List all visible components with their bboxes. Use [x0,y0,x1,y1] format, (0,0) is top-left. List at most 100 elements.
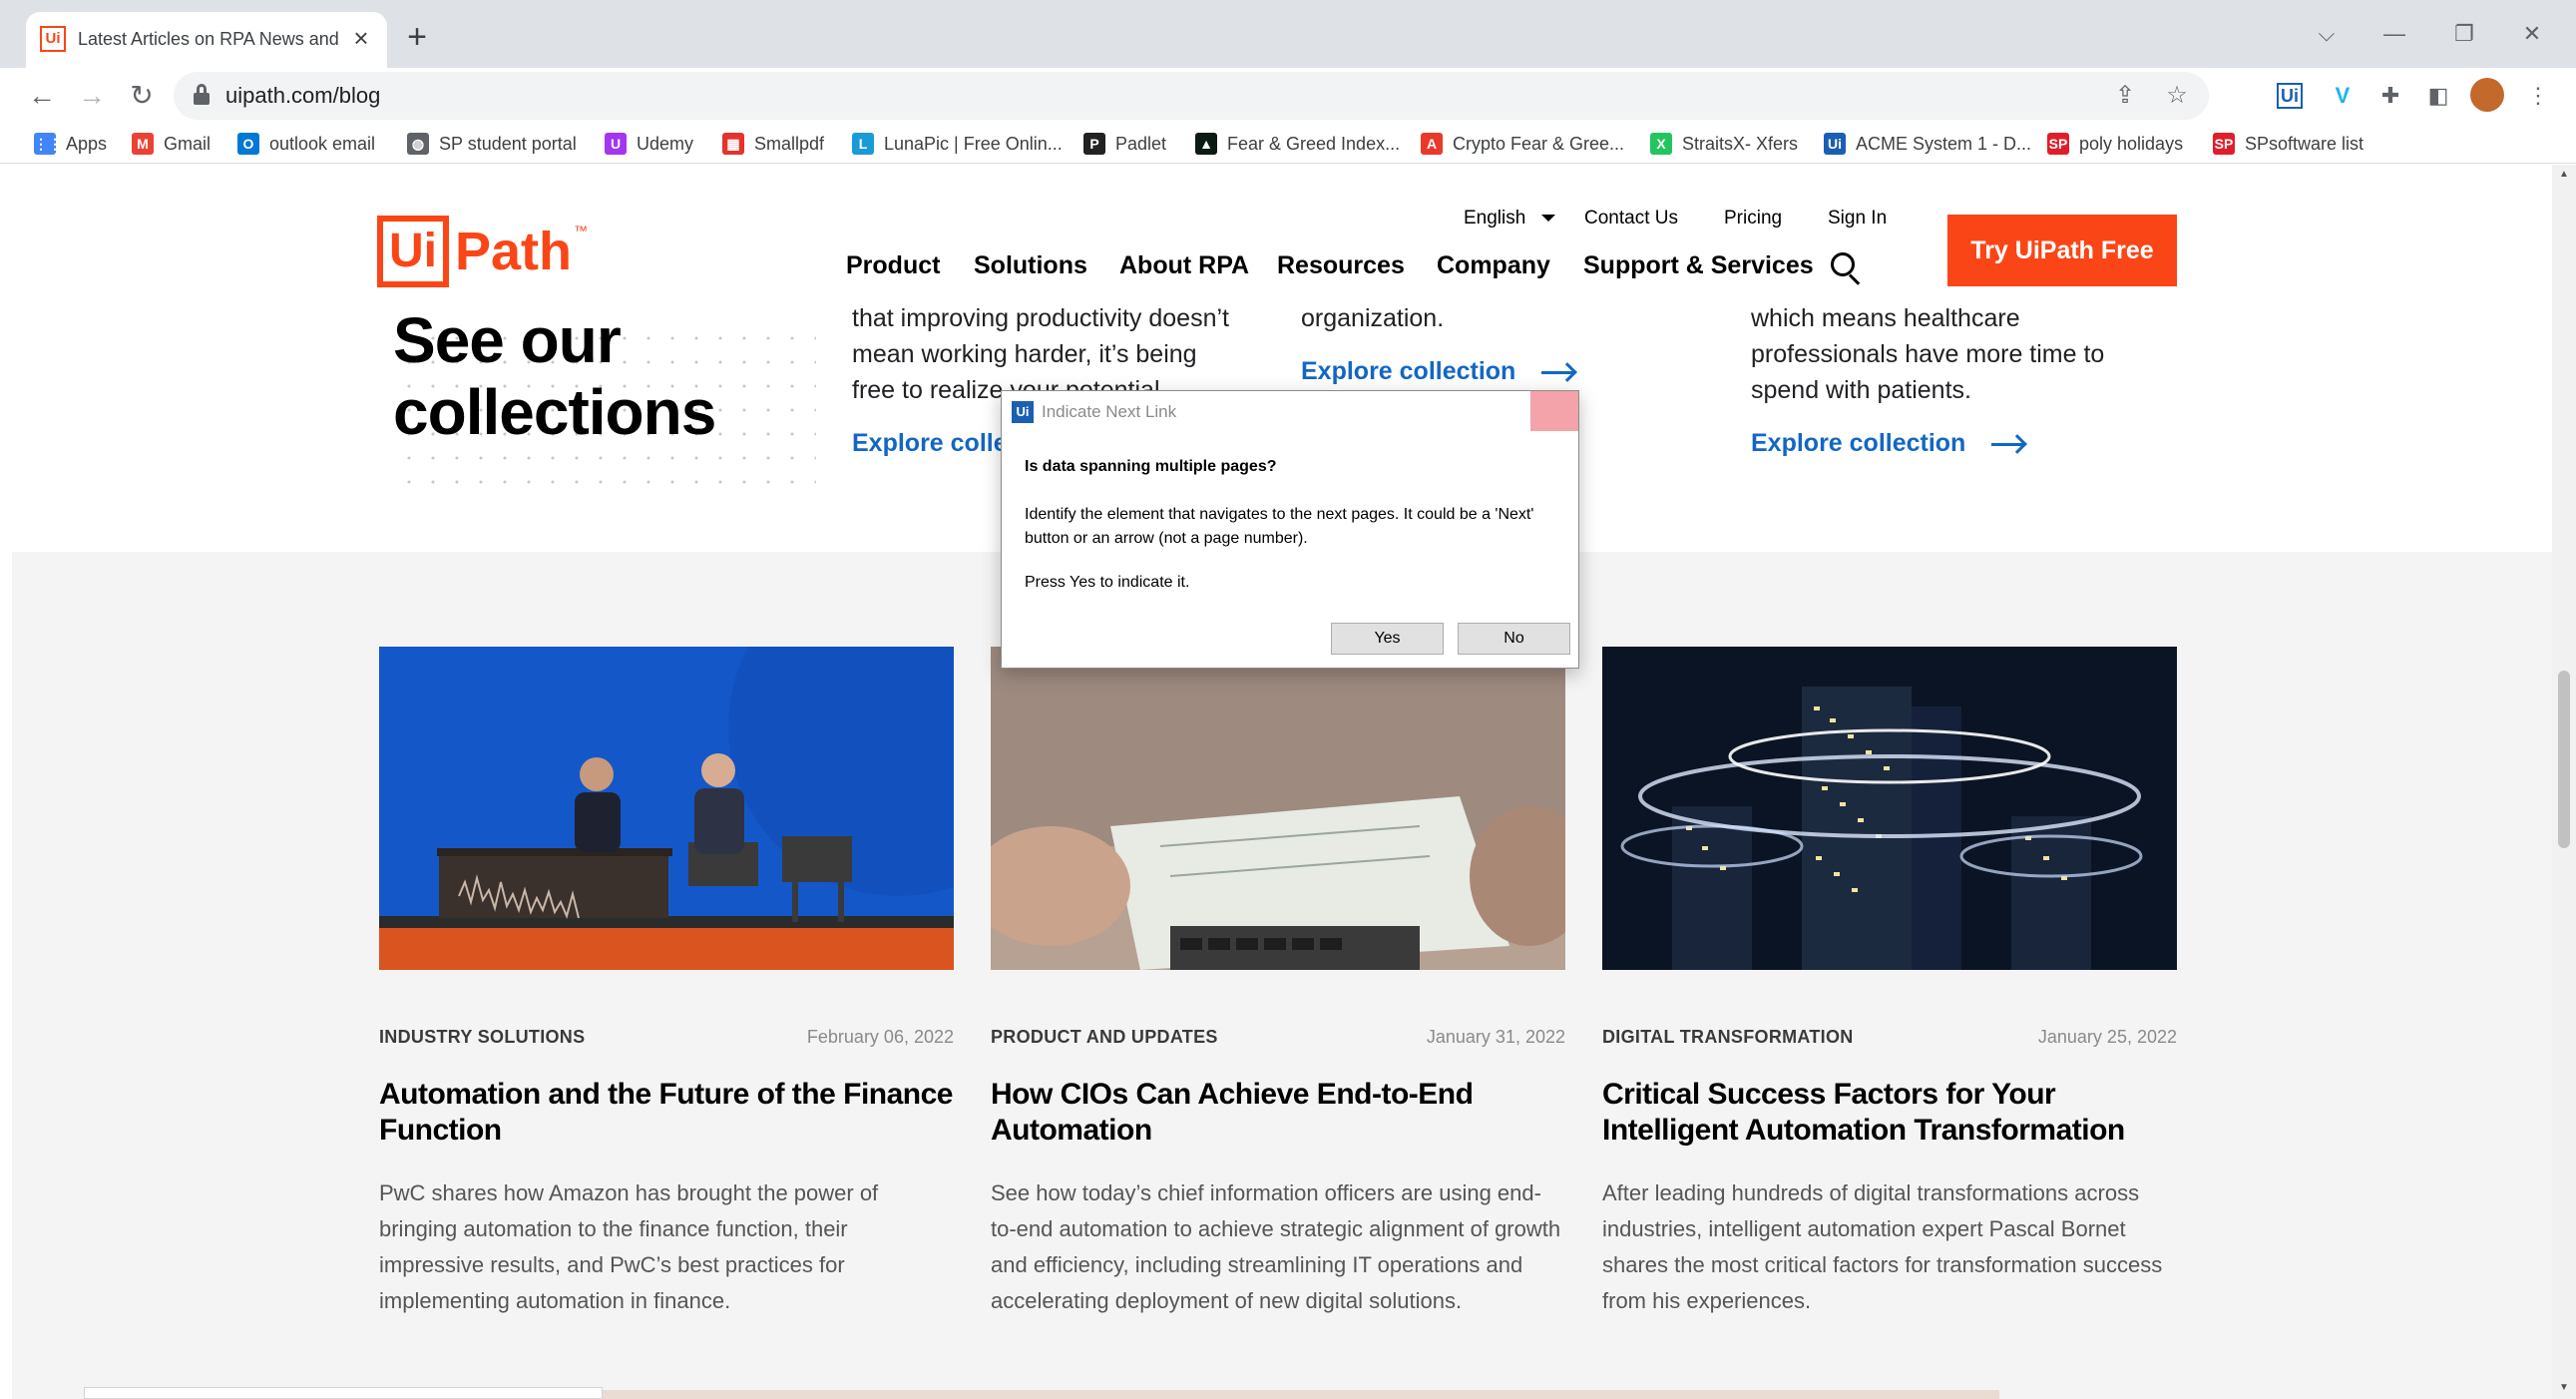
article-2-image[interactable] [991,647,1565,970]
dialog-close-button[interactable] [1530,391,1578,431]
article-3-description: After leading hundreds of digital transf… [1602,1180,2163,1313]
bookmark-label: Crypto Fear & Gree... [1453,133,1625,154]
bookmark-12[interactable]: SP poly holidays [2047,130,2183,158]
bookmark-7[interactable]: P Padlet [1083,130,1166,158]
vimeo-extension-icon[interactable]: V [2327,80,2359,112]
outlook-icon: O [237,133,259,155]
article-1-title[interactable]: Automation and the Future of the Finance… [379,1077,954,1149]
extensions-puzzle-icon[interactable]: ✚ [2374,80,2406,112]
bookmark-label: Udemy [637,133,694,154]
address-bar[interactable]: uipath.com/blog ⇪ ☆ [174,72,2209,120]
sign-in-link[interactable]: Sign In [1828,207,1887,231]
article-3-image[interactable] [1602,647,2177,970]
arrow-right-icon [1541,370,1574,374]
try-uipath-free-button[interactable]: Try UiPath Free [1947,215,2177,286]
arrow-right-icon [1991,442,2024,446]
close-window-icon[interactable]: ✕ [2512,14,2552,54]
tab-close-icon[interactable]: × [345,22,377,54]
collection-2-description: organization. [1301,304,1445,332]
browser-tab[interactable]: Ui Latest Articles on RPA News and × [26,12,387,68]
collection-3-description: which means healthcare professionals hav… [1751,304,2105,404]
bookmark-label: poly holidays [2079,133,2184,154]
bookmark-13[interactable]: SP SPsoftware list [2213,130,2363,158]
scroll-up-icon[interactable]: ▲ [2558,169,2570,181]
nav-company[interactable]: Company [1437,248,1550,282]
yes-button[interactable]: Yes [1331,623,1444,655]
dialog-titlebar[interactable]: Ui Indicate Next Link [1002,391,1578,431]
logo-text: Path [455,222,573,281]
next-row-image [603,1390,1999,1399]
nav-product[interactable]: Product [846,248,940,282]
apps-grid-icon: ⋮⋮ [34,133,62,155]
back-icon[interactable]: ← [22,76,62,116]
no-button[interactable]: No [1458,623,1570,655]
dialog-question: Is data spanning multiple pages? [1025,458,1277,475]
padlet-icon: P [1083,133,1105,155]
article-2-description: See how today’s chief information office… [991,1180,1561,1313]
article-1-category[interactable]: INDUSTRY SOLUTIONS [379,1025,585,1049]
side-panel-icon[interactable]: ◧ [2422,80,2454,112]
explore-collection-link-3[interactable]: Explore collection [1751,426,2024,460]
nav-resources[interactable]: Resources [1277,248,1405,282]
bookmark-4[interactable]: U Udemy [605,130,693,158]
restore-icon[interactable]: ❐ [2444,14,2484,54]
contact-us-link[interactable]: Contact Us [1584,207,1678,231]
bookmark-3[interactable]: ◍ SP student portal [407,130,577,158]
browser-menu-icon[interactable]: ⋮ [2522,80,2554,112]
globe-icon: ◍ [407,133,429,155]
profile-avatar[interactable] [2470,78,2504,112]
bookmark-9[interactable]: A Crypto Fear & Gree... [1421,130,1624,158]
nav-about-rpa[interactable]: About RPA [1119,248,1249,282]
search-icon[interactable] [1831,252,1861,285]
bookmark-8[interactable]: ▲ Fear & Greed Index... [1195,130,1400,158]
minimize-icon[interactable]: — [2374,14,2414,54]
language-selector[interactable]: English [1464,207,1556,231]
reload-icon[interactable]: ↻ [122,76,162,116]
forward-icon[interactable]: → [72,76,112,116]
explore-collection-link-2[interactable]: Explore collection [1301,354,1574,388]
udemy-icon: U [605,133,627,155]
bookmark-11[interactable]: Ui ACME System 1 - D... [1824,130,2031,158]
page-left-gutter [0,165,12,1399]
pricing-link[interactable]: Pricing [1724,207,1782,231]
article-2-category[interactable]: PRODUCT AND UPDATES [991,1025,1218,1049]
bookmark-1[interactable]: M Gmail [132,130,211,158]
language-label: English [1464,208,1526,229]
bookmark-label: Fear & Greed Index... [1227,133,1401,154]
article-1-image[interactable] [379,647,954,970]
scrollbar-thumb[interactable] [2558,671,2570,848]
bookmark-2[interactable]: Ooutlook email [237,130,375,158]
nav-solutions[interactable]: Solutions [974,248,1087,282]
tab-title: Latest Articles on RPA News and [78,29,339,49]
page-scrollbar[interactable]: ▲ ▼ [2552,165,2576,1399]
bookmark-label: SP student portal [439,133,577,154]
share-icon[interactable]: ⇪ [2107,78,2143,114]
logo-trademark: ™ [574,223,589,238]
indicate-next-link-dialog: Ui Indicate Next Link Is data spanning m… [1001,390,1579,669]
article-3-category[interactable]: DIGITAL TRANSFORMATION [1602,1025,1854,1049]
next-row-card [84,1387,603,1399]
bookmark-6[interactable]: L LunaPic | Free Onlin... [852,130,1063,158]
article-3-title[interactable]: Critical Success Factors for Your Intell… [1602,1077,2177,1149]
new-tab-icon[interactable]: + [397,18,437,58]
article-1-description: PwC shares how Amazon has brought the po… [379,1180,879,1313]
dialog-instructions: Identify the element that navigates to t… [1025,506,1534,547]
uipath-extension-icon[interactable]: Ui [2277,83,2303,109]
bookmark-label: Apps [66,133,108,154]
bookmark-10[interactable]: X StraitsX- Xfers [1650,130,1798,158]
bookmark-0[interactable]: ⋮⋮ Apps [34,130,107,158]
bookmark-label: StraitsX- Xfers [1682,133,1799,154]
bookmarks-bar: ⋮⋮ Apps M Gmail Ooutlook email ◍ SP student po… [0,124,2576,164]
article-3-date: January 25, 2022 [2037,1027,2177,1047]
bookmark-5[interactable]: ▦ Smallpdf [722,130,824,158]
bookmark-star-icon[interactable]: ☆ [2159,78,2195,114]
tab-strip: Ui Latest Articles on RPA News and × + ⌵… [0,0,2576,68]
tab-search-icon[interactable]: ⌵ [2307,14,2347,54]
collections-heading: See our collections [393,304,716,448]
article-2-title[interactable]: How CIOs Can Achieve End-to-End Automati… [991,1077,1565,1149]
scroll-down-icon[interactable]: ▼ [2558,1382,2570,1394]
uipath-logo[interactable]: Ui Path ™ [377,215,588,288]
bookmark-label: ACME System 1 - D... [1856,133,2032,154]
nav-support-services[interactable]: Support & Services [1583,248,1814,282]
dialog-title: Indicate Next Link [1042,402,1177,421]
